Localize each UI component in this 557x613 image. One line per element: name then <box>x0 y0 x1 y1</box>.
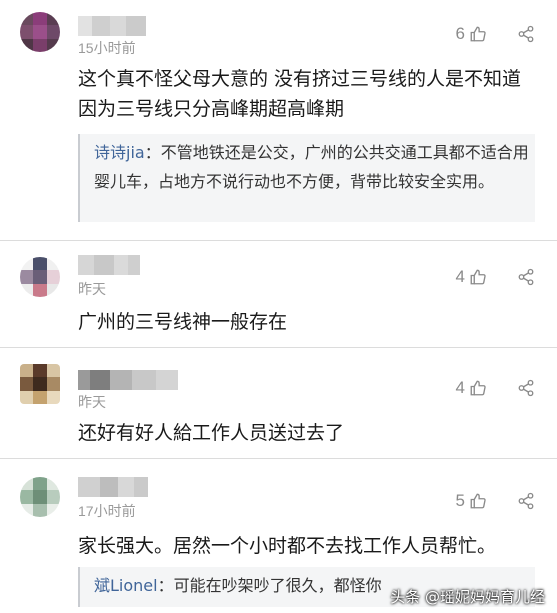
share-button[interactable] <box>517 25 535 43</box>
like-count: 4 <box>455 267 465 286</box>
reply-box: 诗诗jia：不管地铁还是公交，广州的公共交通工具都不适合用婴儿车，占地方不说行动… <box>78 134 535 222</box>
comment-text: 广州的三号线神一般存在 <box>78 311 288 333</box>
comment-text: 这个真不怪父母大意的 没有挤过三号线的人是不知道因为三号线只分高峰期超高峰期 <box>78 68 522 120</box>
username-blurred[interactable] <box>78 477 148 497</box>
like-button[interactable]: 6 <box>456 24 487 44</box>
comment-time: 17小时前 <box>78 503 136 519</box>
avatar[interactable] <box>20 12 60 52</box>
share-icon <box>518 25 534 43</box>
like-count: 4 <box>455 378 465 397</box>
username-blurred[interactable] <box>78 16 146 36</box>
comment-item-1: 15小时前 6 这个真不怪父母大意的 没有挤过三号线的人是不知道因为三号线只分高… <box>0 0 557 240</box>
comment-text: 还好有好人給工作人员送过去了 <box>78 422 345 444</box>
like-count: 6 <box>455 24 465 43</box>
like-count: 5 <box>455 491 465 510</box>
avatar[interactable] <box>20 477 60 517</box>
share-button[interactable] <box>517 379 535 397</box>
watermark: 头条 @瑶妮妈妈育儿经 <box>390 586 545 607</box>
thumbs-up-icon <box>470 26 486 42</box>
comment-time: 15小时前 <box>78 40 136 56</box>
comment-actions: 5 <box>456 491 535 511</box>
comment-item-3: 昨天 4 还好有好人給工作人员送过去了 <box>0 348 557 458</box>
thumbs-up-icon <box>470 493 486 509</box>
reply-text: ：可能在吵架吵了很久，都怪你 <box>157 576 382 595</box>
share-icon <box>518 379 534 397</box>
comment-actions: 4 <box>456 378 535 398</box>
like-button[interactable]: 5 <box>456 491 487 511</box>
reply-username[interactable]: 诗诗jia <box>94 143 145 162</box>
avatar[interactable] <box>20 257 60 297</box>
like-button[interactable]: 4 <box>456 267 487 287</box>
reply-text: ：不管地铁还是公交，广州的公共交通工具都不适合用婴儿车，占地方不说行动也不方便，… <box>94 143 529 191</box>
comment-time: 昨天 <box>78 281 106 297</box>
reply-username[interactable]: 斌Lionel <box>94 576 158 595</box>
watermark-text: 头条 @瑶妮妈妈育儿经 <box>390 588 545 606</box>
username-blurred[interactable] <box>78 255 140 275</box>
share-button[interactable] <box>517 268 535 286</box>
like-button[interactable]: 4 <box>456 378 487 398</box>
comment-text: 家长强大。居然一个小时都不去找工作人员帮忙。 <box>78 535 497 557</box>
thumbs-up-icon <box>470 269 486 285</box>
comment-actions: 6 <box>456 24 535 44</box>
share-icon <box>518 268 534 286</box>
thumbs-up-icon <box>470 380 486 396</box>
share-button[interactable] <box>517 492 535 510</box>
share-icon <box>518 492 534 510</box>
comment-time: 昨天 <box>78 394 106 410</box>
avatar[interactable] <box>20 364 60 404</box>
comment-item-2: 昨天 4 广州的三号线神一般存在 <box>0 241 557 347</box>
comment-actions: 4 <box>456 267 535 287</box>
username-blurred[interactable] <box>78 370 178 390</box>
